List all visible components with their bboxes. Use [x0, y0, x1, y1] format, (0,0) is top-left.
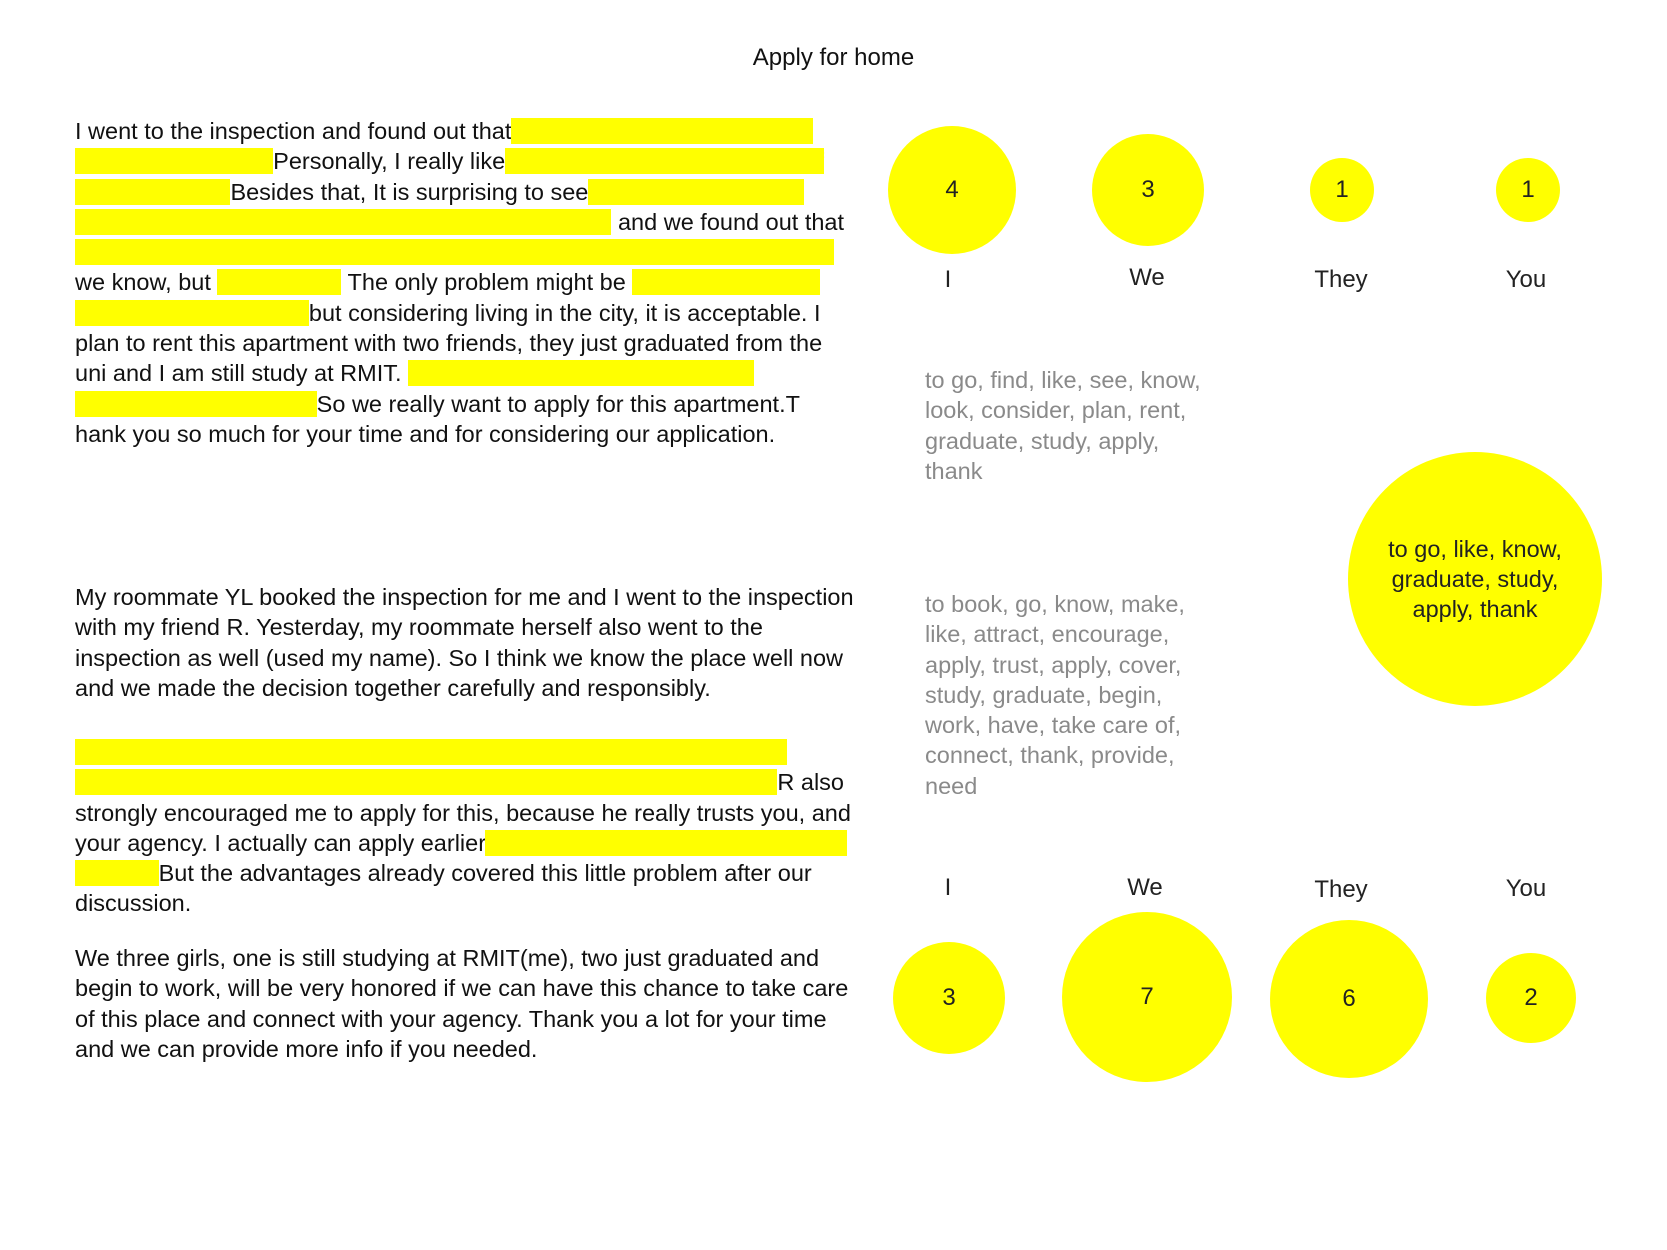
- text-segment: I went to the inspection and found out t…: [75, 118, 512, 144]
- bubble-bottom-we-count: 7: [1140, 983, 1154, 1010]
- bubble-bottom-they-count: 6: [1342, 985, 1356, 1012]
- text-segment: My roommate YL booked the inspection for…: [75, 584, 854, 701]
- common-verbs-text: to go, like, know, graduate, study, appl…: [1388, 536, 1562, 622]
- letter-paragraph-4: We three girls, one is still studying at…: [75, 943, 855, 1064]
- pronoun-label-bottom-you: You: [1505, 875, 1547, 902]
- bubble-bottom-we: 7: [1062, 912, 1232, 1082]
- pronoun-label-bottom-they: They: [1314, 876, 1368, 903]
- pronoun-label-bottom-we: We: [1127, 874, 1163, 901]
- bubble-top-you-count: 1: [1521, 176, 1535, 203]
- pronoun-label-top-we: We: [1129, 264, 1165, 291]
- letter-paragraph-1: I went to the inspection and found out t…: [75, 116, 855, 449]
- common-verbs-bubble: to go, like, know, graduate, study, appl…: [1348, 452, 1602, 706]
- text-segment: we know, but: [75, 269, 218, 296]
- bubble-top-we: 3: [1092, 134, 1204, 246]
- verbs-list-bottom: to book, go, know, make, like, attract, …: [925, 591, 1185, 799]
- highlighted-segment: it is worth it.: [217, 269, 342, 296]
- bubble-top-you: 1: [1496, 158, 1560, 222]
- bubble-top-they: 1: [1310, 158, 1374, 222]
- letter-paragraph-2: My roommate YL booked the inspection for…: [75, 582, 855, 703]
- bubble-bottom-you: 2: [1486, 953, 1576, 1043]
- pronoun-label-top-they: They: [1314, 266, 1368, 293]
- highlighted-segment: We really like this place because it is …: [75, 739, 787, 796]
- page-title: Apply for home: [752, 44, 915, 71]
- bubble-top-i: 4: [888, 126, 1016, 254]
- bubble-top-they-count: 1: [1335, 176, 1349, 203]
- text-segment: We three girls, one is still studying at…: [75, 945, 849, 1062]
- bubble-bottom-i: 3: [893, 942, 1005, 1054]
- bubble-bottom-they: 6: [1270, 920, 1428, 1078]
- pronoun-label-bottom-i: I: [944, 874, 952, 901]
- pronoun-label-top-you: You: [1505, 266, 1547, 293]
- bubble-bottom-i-count: 3: [942, 984, 956, 1011]
- bubble-top-i-count: 4: [945, 176, 959, 203]
- bubble-bottom-you-count: 2: [1524, 984, 1538, 1011]
- bubble-top-we-count: 3: [1141, 176, 1155, 203]
- verbs-list-top: to go, find, like, see, know, look, cons…: [925, 367, 1201, 484]
- pronoun-label-top-i: I: [944, 266, 952, 293]
- highlighted-segment: the area is much larger than the other a…: [75, 239, 834, 266]
- text-segment: Besides that, It is surprising to see: [230, 178, 589, 205]
- text-segment: But the advantages already covered this …: [75, 860, 812, 917]
- text-segment: and we found out that: [611, 208, 845, 235]
- letter-paragraph-3: We really like this place because it is …: [75, 737, 855, 919]
- text-segment: The only problem might be: [341, 269, 633, 296]
- text-segment: Personally, I really like: [273, 148, 506, 175]
